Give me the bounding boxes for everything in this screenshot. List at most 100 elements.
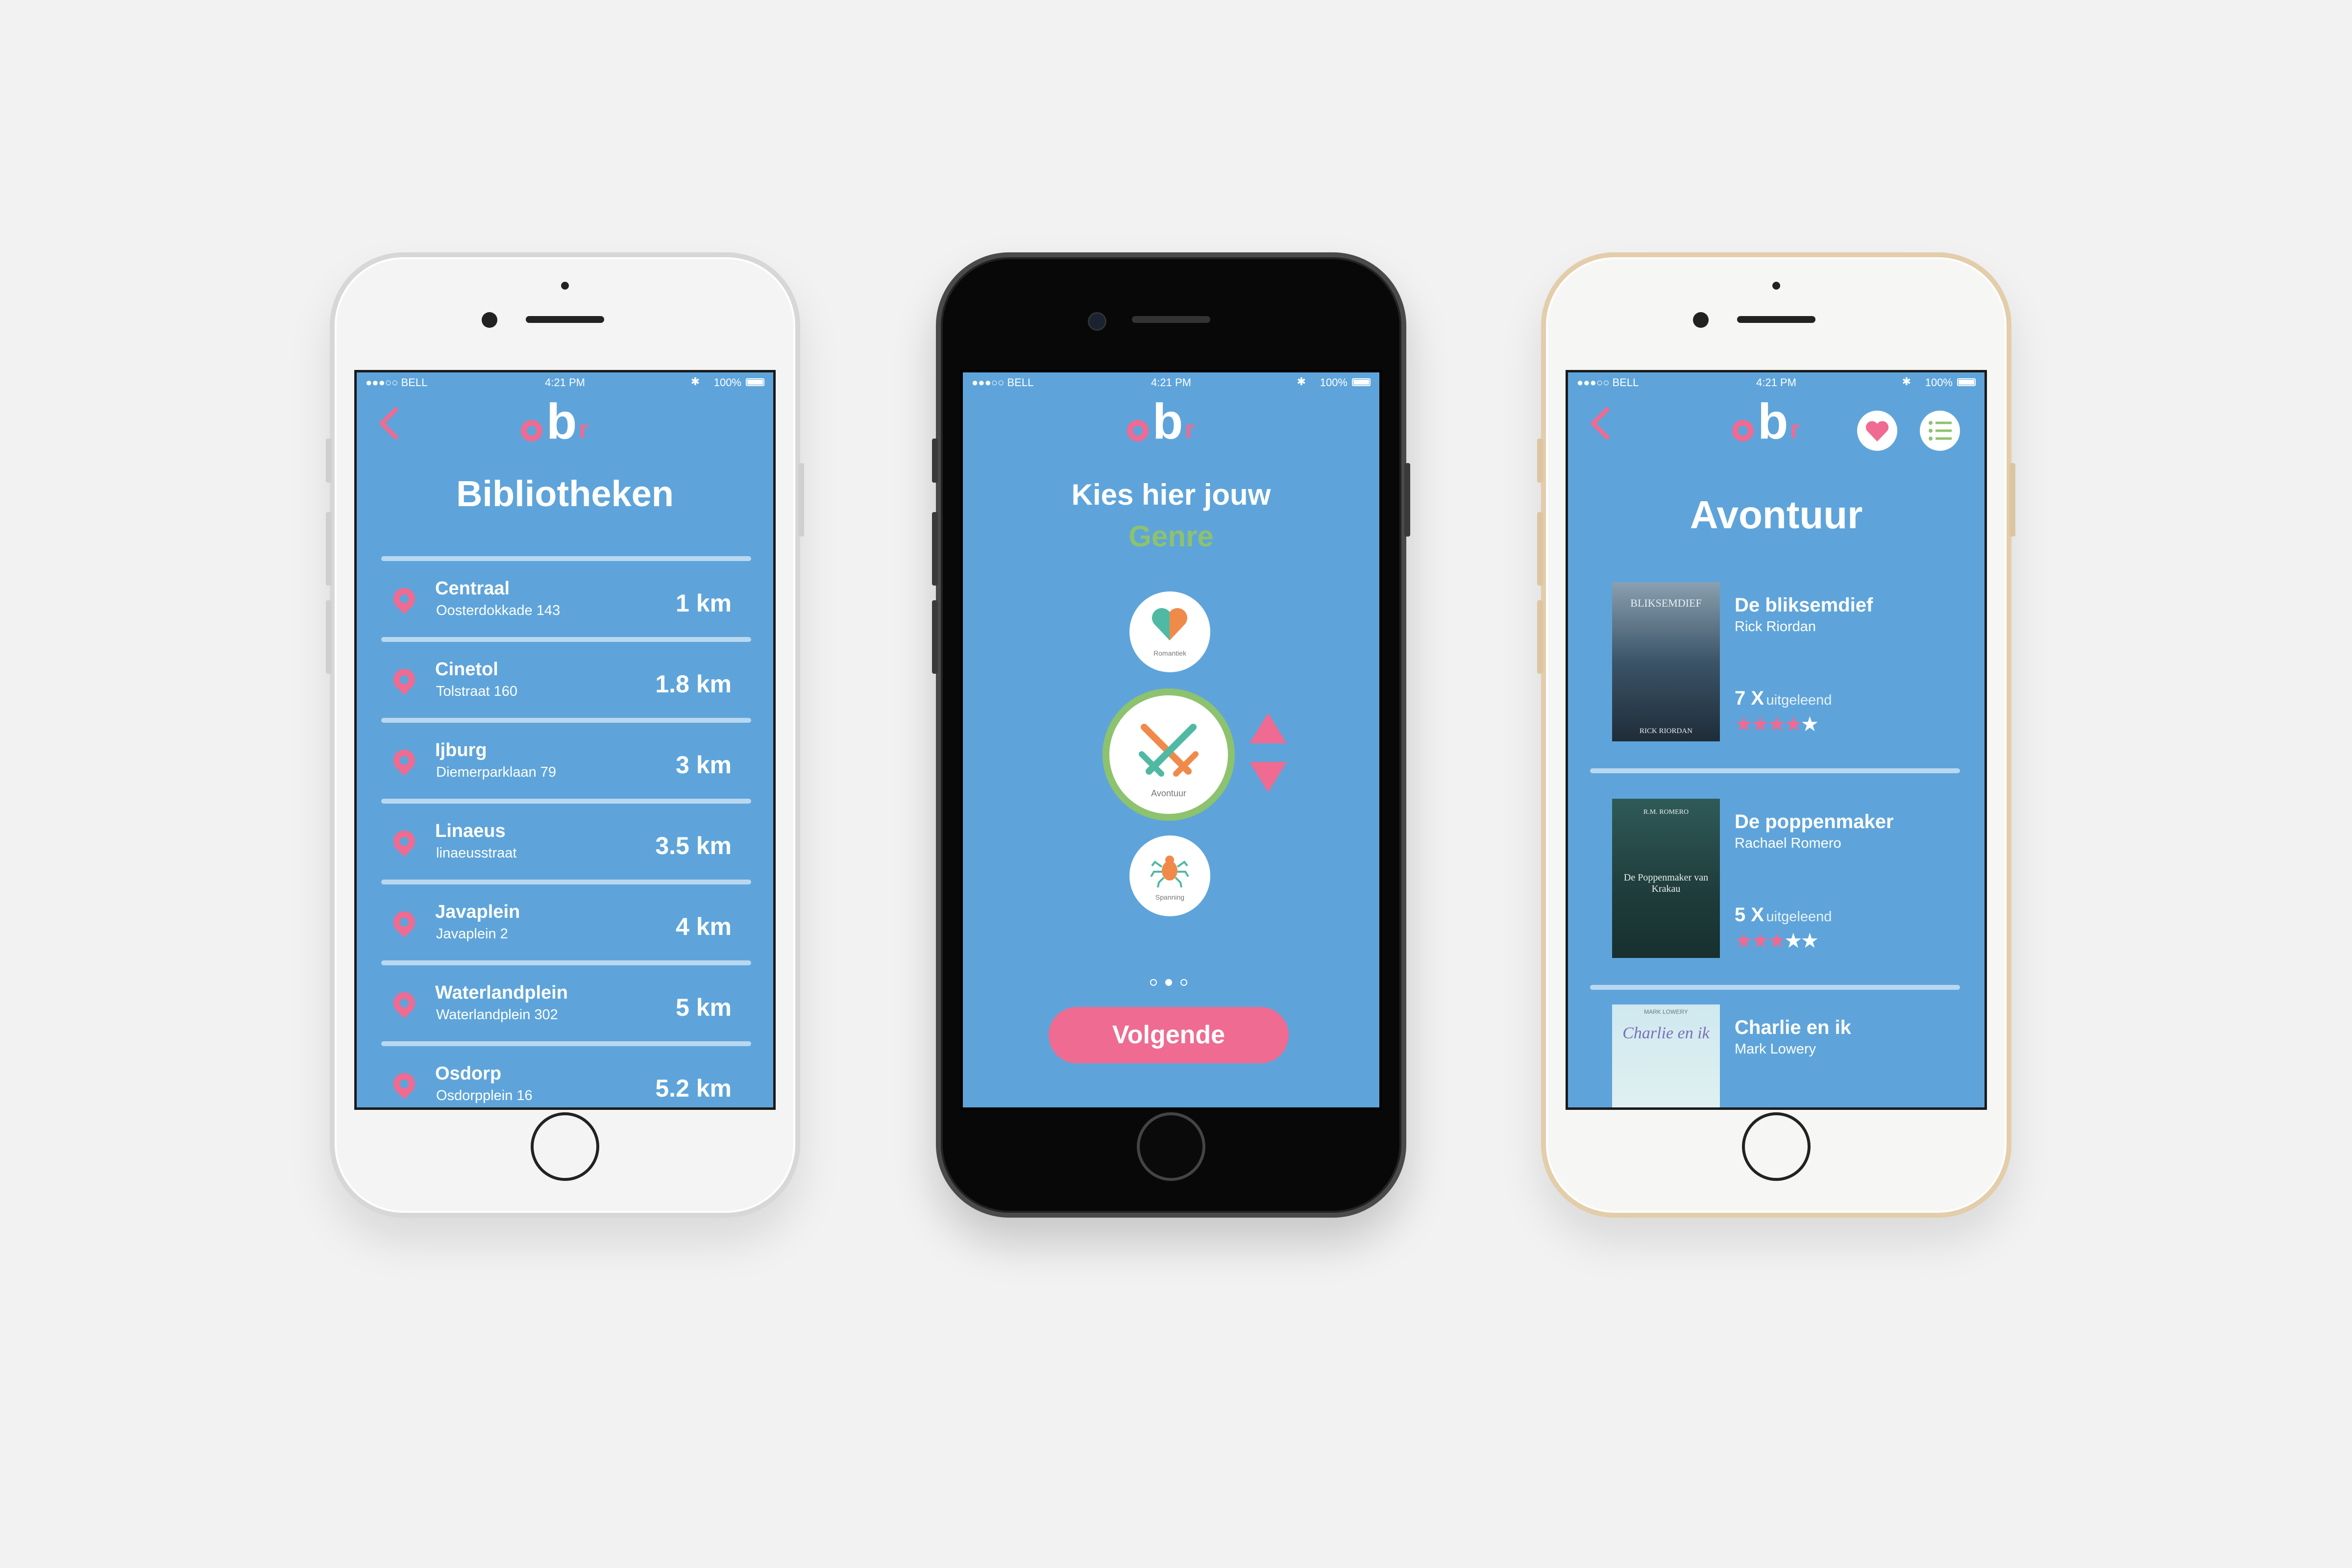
library-item-centraal[interactable]: Centraal Oosterdokkade 143 1 km <box>381 564 751 638</box>
loan-count-label: uitgeleend <box>1766 909 1832 925</box>
list-icon <box>1929 421 1952 441</box>
library-item-osdorp[interactable]: Osdorp Osdorpplein 16 5.2 km <box>381 1049 751 1107</box>
volume-up-button <box>1537 512 1543 586</box>
mute-switch <box>932 439 938 483</box>
earpiece-speaker <box>1737 316 1815 323</box>
library-item-ijburg[interactable]: Ijburg Diemerparklaan 79 3 km <box>381 725 751 800</box>
library-item-waterlandplein[interactable]: Waterlandplein Waterlandplein 302 5 km <box>381 968 751 1042</box>
location-pin-icon <box>389 826 420 857</box>
library-item-cinetol[interactable]: Cinetol Tolstraat 160 1.8 km <box>381 644 751 719</box>
page-dot[interactable] <box>1150 979 1157 986</box>
divider <box>381 960 751 965</box>
divider <box>381 637 751 642</box>
genre-option-spanning[interactable]: Spanning <box>1129 835 1210 916</box>
genre-up-arrow-icon[interactable] <box>1250 713 1287 743</box>
volume-up-button <box>326 512 332 586</box>
status-time: 4:21 PM <box>545 376 585 389</box>
books-screen: ●●●○○ BELL 4:21 PM ✱ 100% b r Avontuur B… <box>1566 370 1987 1110</box>
proximity-sensor <box>561 282 569 290</box>
genre-option-romantiek[interactable]: Romantiek <box>1129 591 1210 672</box>
logo-o <box>1732 420 1754 441</box>
page-dot-active[interactable] <box>1165 979 1172 986</box>
crossed-swords-icon <box>1139 724 1199 777</box>
battery-percent: 100% <box>1320 376 1348 389</box>
heart-icon <box>1865 421 1889 441</box>
library-name: Linaeus <box>435 821 506 841</box>
star-icon: ★★★ <box>1735 929 1786 952</box>
loan-count: 7 X uitgeleend <box>1735 687 1832 710</box>
divider <box>381 1041 751 1046</box>
home-button[interactable] <box>1137 1112 1205 1181</box>
location-pin-icon <box>389 987 420 1019</box>
divider <box>381 799 751 804</box>
genre-down-arrow-icon[interactable] <box>1250 762 1287 792</box>
location-pin-icon <box>389 745 420 776</box>
loan-count-value: 7 X <box>1735 687 1764 709</box>
category-title: Avontuur <box>1690 493 1863 537</box>
book-title: Charlie en ik <box>1735 1017 1851 1038</box>
library-address: Tolstraat 160 <box>436 684 518 699</box>
cover-author: R.M. ROMERO <box>1643 808 1689 816</box>
bluetooth-icon: ✱ <box>690 375 700 388</box>
book-cover: Charlie en ik MARK LOWERY <box>1612 1004 1720 1107</box>
home-button[interactable] <box>1742 1112 1811 1181</box>
battery-icon <box>1957 378 1976 386</box>
status-bar: ●●●○○ BELL 4:21 PM ✱ 100% <box>1568 372 1984 392</box>
book-author: Mark Lowery <box>1735 1041 1816 1057</box>
logo-o <box>521 420 542 441</box>
home-button[interactable] <box>531 1112 599 1181</box>
loan-count: 5 X uitgeleend <box>1735 904 1832 926</box>
rating-stars: ★★★★★ <box>1735 929 1819 953</box>
back-chevron-icon[interactable] <box>379 407 412 440</box>
library-distance: 3 km <box>676 751 732 779</box>
next-button[interactable]: Volgende <box>1049 1007 1289 1063</box>
volume-down-button <box>932 600 938 674</box>
book-item[interactable]: De Poppenmaker van Krakau R.M. ROMERO De… <box>1612 799 1955 975</box>
book-cover: BLIKSEMDIEF RICK RIORDAN <box>1612 582 1720 741</box>
divider <box>381 556 751 561</box>
library-address: Waterlandplein 302 <box>436 1007 558 1023</box>
library-item-javaplein[interactable]: Javaplein Javaplein 2 4 km <box>381 887 751 961</box>
loan-count-label: uitgeleend <box>1766 692 1832 708</box>
page-dot[interactable] <box>1180 979 1187 986</box>
divider <box>381 880 751 884</box>
battery-icon <box>1352 378 1371 386</box>
page-title: Bibliotheken <box>456 473 674 514</box>
phone-middle: ●●●○○ BELL 4:21 PM ✱ 100% b r Kies hier … <box>932 252 1410 1218</box>
location-pin-icon <box>389 664 420 695</box>
battery-icon <box>746 378 764 386</box>
library-distance: 1.8 km <box>655 670 732 698</box>
genre-heading: Kies hier jouw <box>1071 478 1271 511</box>
status-bar: ●●●○○ BELL 4:21 PM ✱ 100% <box>357 372 773 392</box>
genre-label: Avontuur <box>1151 788 1186 798</box>
library-name: Ijburg <box>435 740 487 760</box>
library-distance: 3.5 km <box>655 832 732 859</box>
phone-right: ●●●○○ BELL 4:21 PM ✱ 100% b r Avontuur B… <box>1537 252 2015 1218</box>
book-item[interactable]: BLIKSEMDIEF RICK RIORDAN De bliksemdief … <box>1612 582 1955 759</box>
logo-b: b <box>546 393 577 449</box>
book-item[interactable]: Charlie en ik MARK LOWERY Charlie en ik … <box>1612 1004 1955 1107</box>
favorites-button[interactable] <box>1857 411 1897 451</box>
volume-down-button <box>1537 600 1543 674</box>
library-address: Javaplein 2 <box>436 926 508 942</box>
cover-title: De Poppenmaker van Krakau <box>1623 872 1709 894</box>
library-name: Cinetol <box>435 659 498 680</box>
library-name: Javaplein <box>435 902 520 922</box>
divider <box>1590 985 1960 990</box>
front-camera <box>1088 312 1106 331</box>
book-cover: De Poppenmaker van Krakau R.M. ROMERO <box>1612 799 1720 958</box>
obr-logo: b r <box>1127 396 1215 453</box>
library-address: linaeusstraat <box>436 845 517 861</box>
star-icon: ★ <box>1800 712 1819 735</box>
list-button[interactable] <box>1920 411 1960 451</box>
genre-option-avontuur[interactable]: Avontuur <box>1102 688 1235 821</box>
location-pin-icon <box>389 1068 420 1100</box>
libraries-screen: ●●●○○ BELL 4:21 PM ✱ 100% b r Bibliothek… <box>354 370 776 1110</box>
logo-r: r <box>1790 416 1800 444</box>
library-distance: 5.2 km <box>655 1075 732 1102</box>
location-pin-icon <box>389 906 420 938</box>
obr-logo: b r <box>1732 396 1820 453</box>
logo-o <box>1127 420 1149 441</box>
back-chevron-icon[interactable] <box>1590 407 1623 440</box>
library-item-linaeus[interactable]: Linaeus linaeusstraat 3.5 km <box>381 806 751 881</box>
